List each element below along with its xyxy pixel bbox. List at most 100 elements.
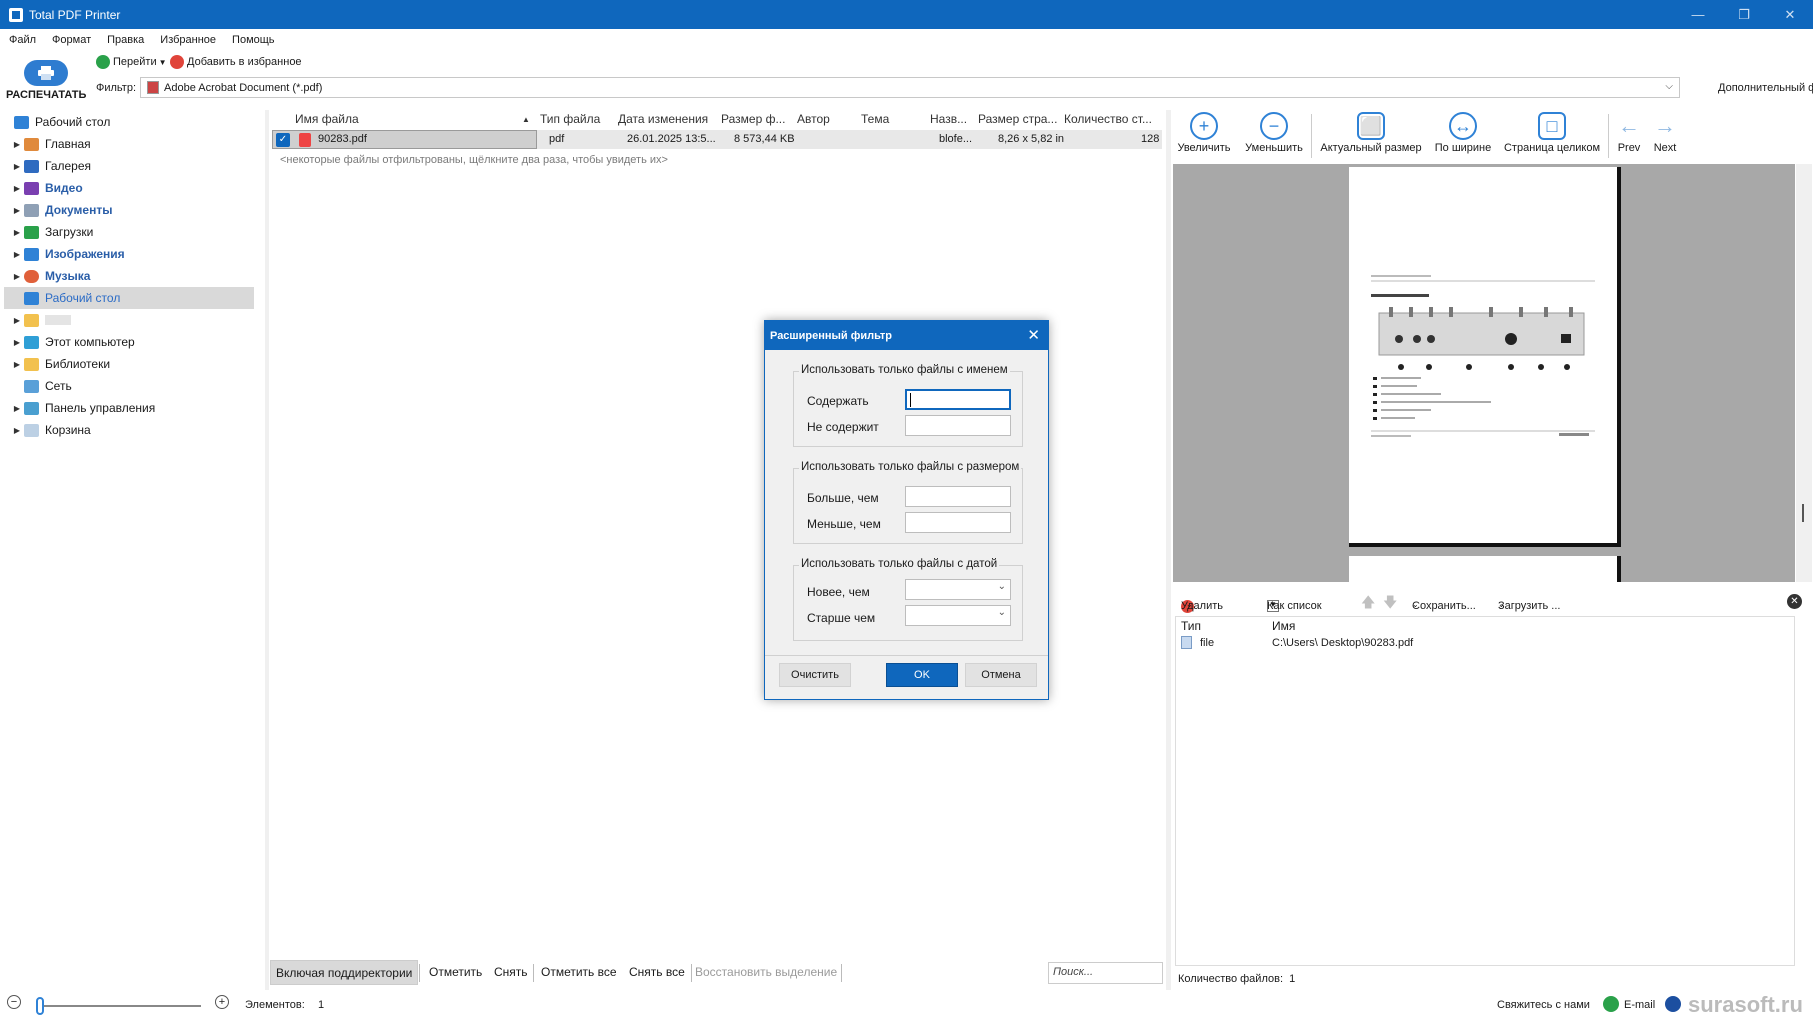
arrow-up-icon[interactable]: 🡅 — [1361, 592, 1375, 616]
tree-item-images[interactable]: ▶ Изображения — [10, 243, 264, 265]
expand-arrow-icon[interactable]: ▶ — [10, 360, 24, 369]
close-icon[interactable]: ✕ — [1027, 326, 1040, 344]
prev-page-button[interactable]: ← Prev — [1616, 110, 1642, 154]
not-contains-input[interactable] — [905, 415, 1011, 436]
col-author[interactable]: Автор — [797, 112, 830, 126]
col-subject[interactable]: Тема — [861, 112, 889, 126]
facebook-icon[interactable] — [1665, 996, 1681, 1012]
col-name-header[interactable]: Имя — [1272, 619, 1295, 633]
unmark-all-button[interactable]: Снять все — [629, 965, 685, 979]
col-page-size[interactable]: Размер стра... — [978, 112, 1057, 126]
col-title[interactable]: Назв... — [930, 112, 967, 126]
tree-item-user-folder[interactable]: ▶ — [10, 309, 264, 331]
expand-arrow-icon[interactable]: ▶ — [10, 228, 24, 237]
expand-arrow-icon[interactable]: ▶ — [10, 250, 24, 259]
splitter[interactable] — [265, 110, 269, 990]
minimize-icon[interactable]: — — [1675, 0, 1721, 29]
tree-item-music[interactable]: ▶ Музыка — [10, 265, 264, 287]
expand-arrow-icon[interactable]: ▶ — [10, 206, 24, 215]
menu-file[interactable]: Файл — [9, 34, 36, 46]
col-name[interactable]: Имя файла — [295, 112, 359, 126]
zoom-in-button[interactable]: + Увеличить — [1176, 110, 1232, 154]
table-row[interactable]: ✓ 90283.pdf pdf 26.01.2025 13:5... 8 573… — [272, 130, 1162, 149]
col-page-count[interactable]: Количество ст... — [1064, 112, 1152, 126]
tree-item-home[interactable]: ▶ Главная — [10, 133, 264, 155]
expand-arrow-icon[interactable]: ▶ — [10, 404, 24, 413]
expand-arrow-icon[interactable]: ▶ — [10, 184, 24, 193]
not-contains-label: Не содержит — [807, 420, 879, 434]
file-size: 8 573,44 KB — [734, 133, 795, 145]
zoom-slider[interactable] — [36, 1005, 201, 1007]
tree-item-this-pc[interactable]: ▶ Этот компьютер — [10, 331, 264, 353]
tree-item-network[interactable]: Сеть — [10, 375, 264, 397]
menu-format[interactable]: Формат — [52, 34, 91, 46]
ok-button[interactable]: OK — [886, 663, 958, 687]
filter-select[interactable]: Adobe Acrobat Document (*.pdf) ⌵ — [140, 77, 1680, 98]
search-input[interactable]: Поиск... — [1048, 962, 1163, 984]
contains-input[interactable] — [905, 389, 1011, 410]
greater-than-input[interactable] — [905, 486, 1011, 507]
mark-all-button[interactable]: Отметить все — [541, 965, 617, 979]
col-size[interactable]: Размер ф... — [721, 112, 785, 126]
documents-icon — [24, 203, 39, 217]
menu-favorites[interactable]: Избранное — [160, 34, 216, 46]
close-panel-icon[interactable]: ✕ — [1787, 594, 1802, 609]
mark-button[interactable]: Отметить — [429, 965, 482, 979]
zoom-in-icon[interactable]: + — [215, 995, 229, 1009]
zoom-out-button[interactable]: − Уменьшить — [1242, 110, 1306, 154]
col-date[interactable]: Дата изменения — [618, 112, 708, 126]
clear-button[interactable]: Очистить — [779, 663, 851, 687]
arrow-down-icon[interactable]: 🡇 — [1383, 592, 1397, 616]
tree-item-video[interactable]: ▶ Видео — [10, 177, 264, 199]
tree-item-documents[interactable]: ▶ Документы — [10, 199, 264, 221]
tree-item-control-panel[interactable]: ▶ Панель управления — [10, 397, 264, 419]
unmark-button[interactable]: Снять — [494, 965, 528, 979]
restore-icon[interactable]: ❐ — [1721, 0, 1767, 29]
tree-item-recycle-bin[interactable]: ▶ Корзина — [10, 419, 264, 441]
next-page-button[interactable]: → Next — [1650, 110, 1680, 154]
contact-link[interactable]: Свяжитесь с нами — [1497, 999, 1590, 1011]
actual-size-button[interactable]: ⬜ Актуальный размер — [1318, 110, 1424, 154]
list-item-path[interactable]: C:\Users\ Desktop\90283.pdf — [1272, 637, 1413, 649]
expand-arrow-icon[interactable]: ▶ — [10, 426, 24, 435]
splitter[interactable] — [1166, 110, 1171, 990]
extra-filter-link[interactable]: Дополнительный ф — [1718, 82, 1813, 94]
fit-width-button[interactable]: ↔ По ширине — [1432, 110, 1494, 154]
desktop-icon — [24, 291, 39, 305]
print-button[interactable]: РАСПЕЧАТАТЬ — [6, 60, 86, 106]
checkbox[interactable]: ✓ — [276, 133, 290, 147]
include-subdirs-toggle[interactable]: Включая поддиректории — [270, 960, 419, 985]
restore-selection-button[interactable]: Восстановить выделение — [695, 965, 837, 979]
tree-item-desktop-root[interactable]: Рабочий стол — [0, 111, 254, 133]
close-icon[interactable]: ✕ — [1767, 0, 1813, 29]
tree-item-downloads[interactable]: ▶ Загрузки — [10, 221, 264, 243]
less-than-input[interactable] — [905, 512, 1011, 533]
filtered-note[interactable]: <некоторые файлы отфильтрованы, щёлкните… — [280, 154, 668, 166]
file-name: 90283.pdf — [318, 133, 367, 145]
cancel-button[interactable]: Отмена — [965, 663, 1037, 687]
newer-than-select[interactable]: ⌄ — [905, 579, 1011, 600]
expand-arrow-icon[interactable]: ▶ — [10, 316, 24, 325]
pdf-preview[interactable] — [1173, 164, 1795, 582]
col-type-header[interactable]: Тип — [1181, 619, 1201, 633]
tree-item-libraries[interactable]: ▶ Библиотеки — [10, 353, 264, 375]
add-favorite-button[interactable]: Добавить в избранное — [170, 55, 302, 69]
tree-item-gallery[interactable]: ▶ Галерея — [10, 155, 264, 177]
menu-edit[interactable]: Правка — [107, 34, 144, 46]
menu-help[interactable]: Помощь — [232, 34, 275, 46]
expand-arrow-icon[interactable]: ▶ — [10, 162, 24, 171]
zoom-out-icon[interactable]: − — [7, 995, 21, 1009]
expand-arrow-icon[interactable]: ▶ — [10, 272, 24, 281]
email-link[interactable]: E-mail — [1624, 999, 1655, 1011]
zoom-slider-thumb[interactable] — [36, 997, 44, 1015]
list-item-type[interactable]: file — [1200, 637, 1214, 649]
col-type[interactable]: Тип файла — [540, 112, 600, 126]
name-cell[interactable] — [272, 130, 537, 149]
goto-button[interactable]: Перейти ▼ — [96, 55, 167, 69]
fit-page-button[interactable]: □ Страница целиком — [1502, 110, 1602, 154]
expand-arrow-icon[interactable]: ▶ — [10, 338, 24, 347]
tree-item-desktop[interactable]: Рабочий стол — [4, 287, 254, 309]
preview-scrollbar[interactable] — [1796, 164, 1812, 582]
expand-arrow-icon[interactable]: ▶ — [10, 140, 24, 149]
older-than-select[interactable]: ⌄ — [905, 605, 1011, 626]
